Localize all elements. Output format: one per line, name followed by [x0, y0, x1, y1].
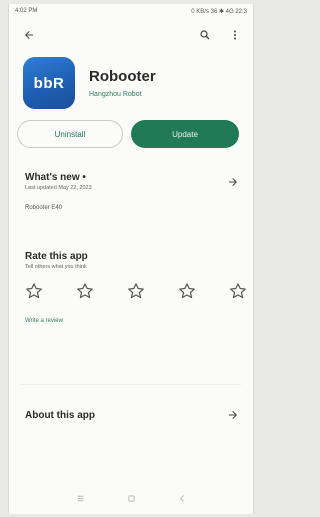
status-time: 4:02 PM	[15, 8, 38, 14]
whats-new-header[interactable]: What's new • Last updated May 22, 2023	[9, 172, 253, 191]
status-bar: 4:02 PM 0 KB/s 36 ✱ 4G 22:3	[9, 4, 253, 18]
arrow-left-icon[interactable]	[21, 27, 37, 43]
home-icon[interactable]	[127, 490, 136, 508]
phone-screen: 4:02 PM 0 KB/s 36 ✱ 4G 22:3 bbR Robooter…	[8, 4, 254, 514]
rate-header: Rate this app Tell others what you think	[9, 251, 253, 270]
whats-new-title: What's new •	[25, 172, 86, 183]
last-updated: Last updated May 22, 2023	[25, 185, 92, 191]
menu-icon[interactable]	[76, 490, 85, 508]
star-icon[interactable]	[127, 282, 145, 300]
star-icon[interactable]	[178, 282, 196, 300]
app-icon-text: bbR	[33, 74, 65, 92]
action-buttons: Uninstall Update	[9, 110, 253, 148]
arrow-right-icon[interactable]	[225, 174, 241, 190]
uninstall-button[interactable]: Uninstall	[17, 120, 123, 148]
developer-link[interactable]: Hangzhou Robot	[89, 91, 156, 98]
app-header: bbR Robooter Hangzhou Robot	[9, 52, 253, 110]
top-toolbar	[9, 18, 253, 52]
app-info: Robooter Hangzhou Robot	[89, 68, 156, 98]
system-nav-bar	[9, 490, 253, 508]
star-icon[interactable]	[229, 282, 247, 300]
update-button[interactable]: Update	[131, 120, 239, 148]
star-icon[interactable]	[25, 282, 43, 300]
status-indicators: 0 KB/s 36 ✱ 4G 22:3	[191, 8, 247, 15]
about-header[interactable]: About this app	[9, 407, 253, 423]
search-icon[interactable]	[197, 27, 213, 43]
more-vert-icon[interactable]	[227, 27, 243, 43]
back-nav-icon[interactable]	[178, 490, 187, 508]
app-title: Robooter	[89, 68, 156, 85]
star-icon[interactable]	[76, 282, 94, 300]
about-title: About this app	[25, 409, 95, 421]
star-rating	[9, 282, 253, 300]
arrow-right-icon[interactable]	[225, 407, 241, 423]
app-icon[interactable]: bbR	[23, 57, 75, 109]
rate-subtitle: Tell others what you think	[25, 264, 87, 270]
rate-title: Rate this app	[25, 251, 88, 262]
